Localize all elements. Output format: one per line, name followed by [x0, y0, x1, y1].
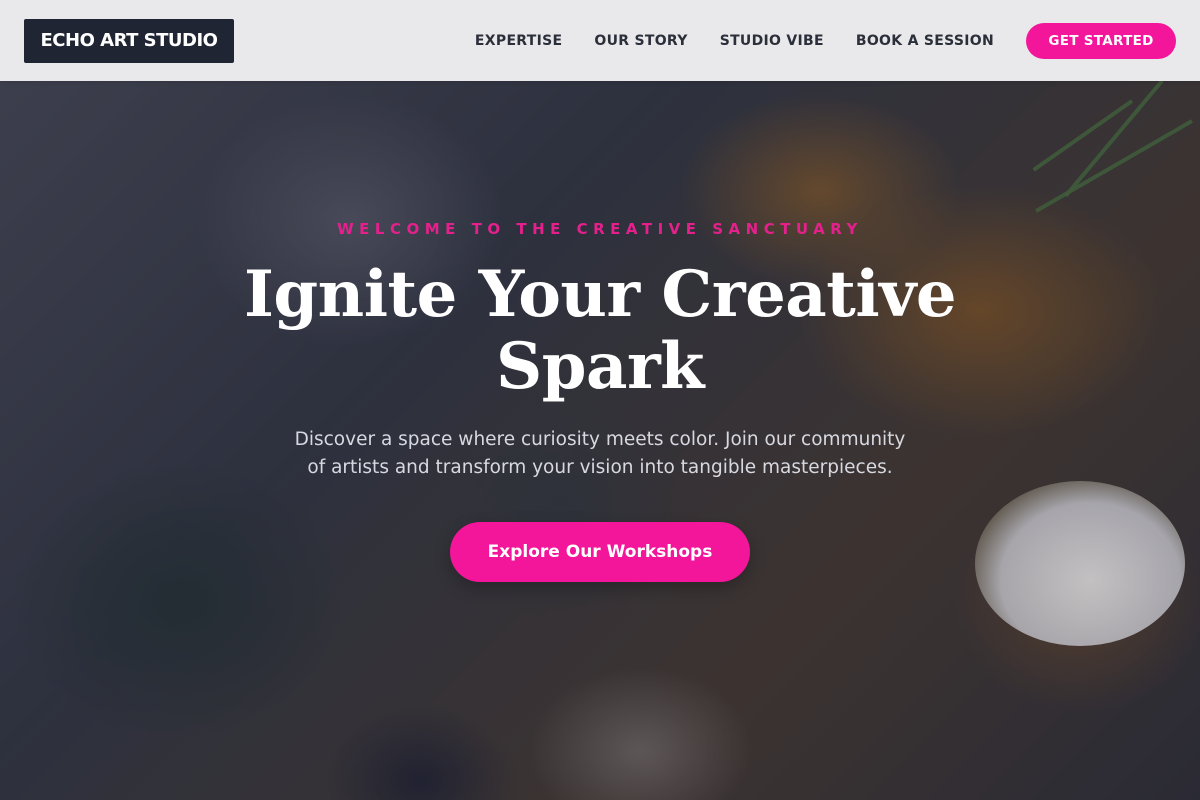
- hero-subtitle-line1: Discover a space where curiosity meets c…: [294, 429, 906, 450]
- explore-workshops-button[interactable]: Explore Our Workshops: [450, 522, 750, 582]
- logo[interactable]: ECHO ART STUDIO: [24, 18, 234, 63]
- paint-well-image: [975, 481, 1185, 646]
- main-nav: EXPERTISE OUR STORY STUDIO VIBE BOOK A S…: [475, 22, 1176, 59]
- nav-link-expertise[interactable]: EXPERTISE: [475, 33, 562, 49]
- hero-section: WELCOME TO THE CREATIVE SANCTUARY Ignite…: [0, 81, 1200, 800]
- hero-eyebrow: WELCOME TO THE CREATIVE SANCTUARY: [337, 220, 863, 238]
- nav-link-our-story[interactable]: OUR STORY: [594, 33, 687, 49]
- hero-title: Ignite Your Creative Spark: [200, 259, 1000, 403]
- site-header: ECHO ART STUDIO EXPERTISE OUR STORY STUD…: [0, 0, 1200, 81]
- nav-link-studio-vibe[interactable]: STUDIO VIBE: [720, 33, 824, 49]
- nav-link-book-session[interactable]: BOOK A SESSION: [856, 33, 994, 49]
- hero-subtitle: Discover a space where curiosity meets c…: [260, 426, 940, 482]
- get-started-button[interactable]: GET STARTED: [1026, 22, 1176, 59]
- hero-title-line1: Ignite Your Creative: [243, 257, 957, 332]
- hero-subtitle-line2: of artists and transform your vision int…: [307, 457, 893, 478]
- hero-title-line2: Spark: [496, 329, 705, 404]
